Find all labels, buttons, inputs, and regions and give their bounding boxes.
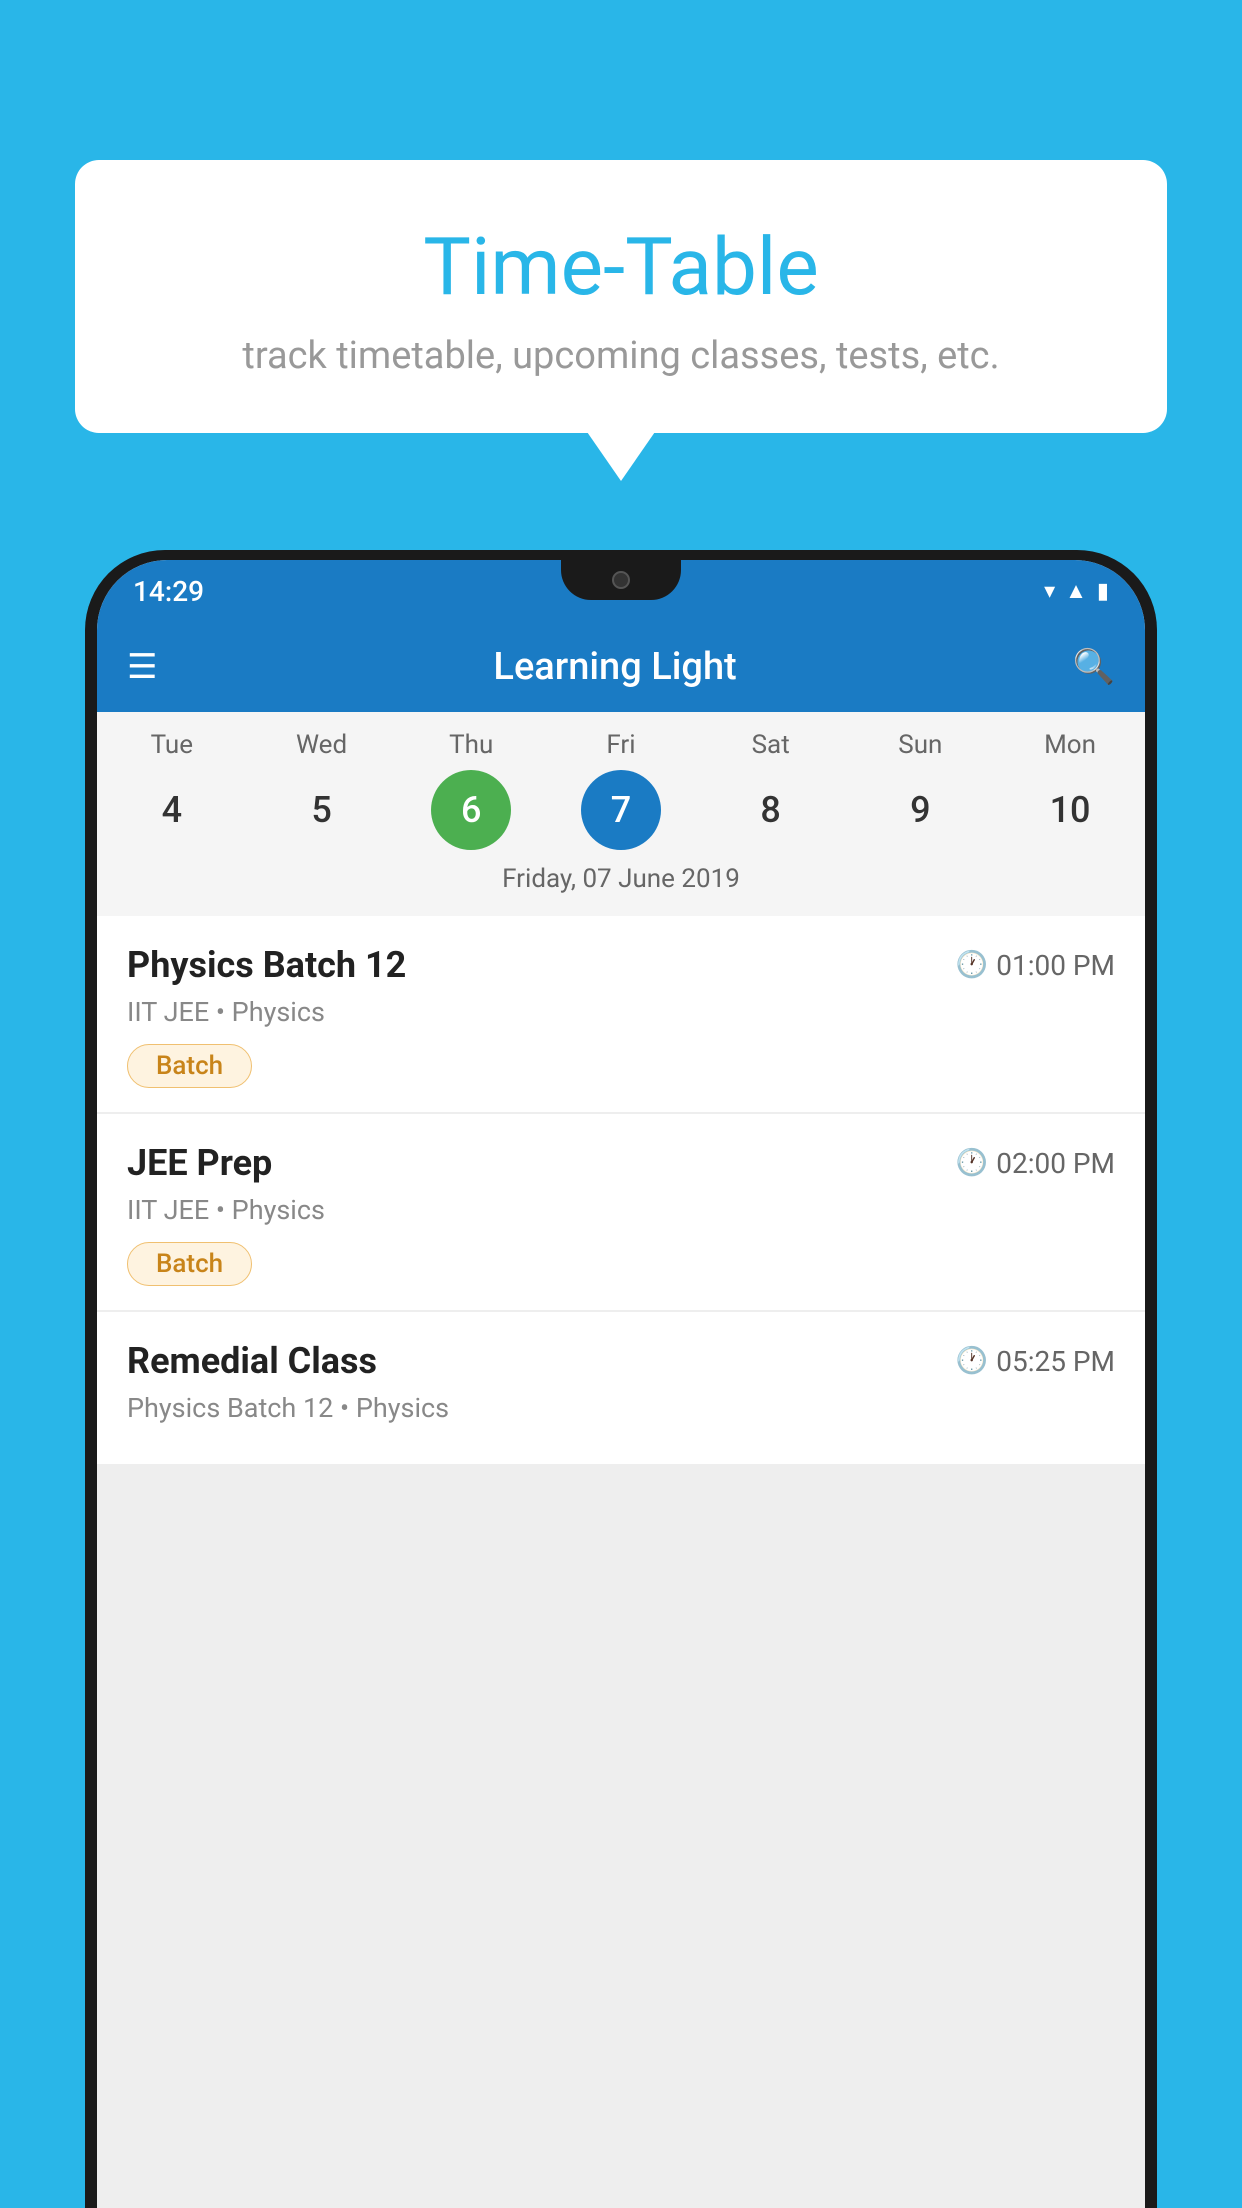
class-time-0: 🕐01:00 PM	[956, 949, 1115, 982]
hamburger-icon[interactable]: ☰	[127, 647, 157, 687]
batch-badge-0: Batch	[127, 1044, 252, 1088]
card-header-1: JEE Prep 🕐02:00 PM	[127, 1142, 1115, 1184]
class-name-2: Remedial Class	[127, 1340, 377, 1382]
day-headers: Tue Wed Thu Fri Sat Sun Mon	[97, 730, 1145, 760]
camera-dot	[612, 571, 630, 589]
card-header-2: Remedial Class 🕐05:25 PM	[127, 1340, 1115, 1382]
class-card-0[interactable]: Physics Batch 12 🕐01:00 PM IIT JEE • Physi…	[97, 916, 1145, 1112]
status-bar: 14:29 ▾ ▲ ▮	[97, 560, 1145, 622]
day-number-6[interactable]: 6	[431, 770, 511, 850]
bubble-title: Time-Table	[115, 220, 1127, 314]
class-meta-0: IIT JEE • Physics	[127, 996, 1115, 1028]
app-bar: ☰ Learning Light 🔍	[97, 622, 1145, 712]
day-number-7[interactable]: 7	[581, 770, 661, 850]
notch	[561, 560, 681, 600]
class-name-1: JEE Prep	[127, 1142, 272, 1184]
class-card-2[interactable]: Remedial Class 🕐05:25 PM Physics Batch 12 …	[97, 1312, 1145, 1464]
bubble-subtitle: track timetable, upcoming classes, tests…	[115, 334, 1127, 378]
speech-bubble: Time-Table track timetable, upcoming cla…	[75, 160, 1167, 433]
day-number-10[interactable]: 10	[1030, 770, 1110, 850]
selected-date-label: Friday, 07 June 2019	[97, 864, 1145, 906]
class-time-2: 🕐05:25 PM	[956, 1345, 1115, 1378]
class-meta-2: Physics Batch 12 • Physics	[127, 1392, 1115, 1424]
clock-icon: 🕐	[956, 1346, 988, 1376]
day-number-4[interactable]: 4	[132, 770, 212, 850]
day-header-sun: Sun	[880, 730, 960, 760]
day-number-5[interactable]: 5	[282, 770, 362, 850]
phone-frame: 14:29 ▾ ▲ ▮ ☰ Learning Light 🔍 Tue Wed Thu…	[85, 550, 1157, 2208]
card-header-0: Physics Batch 12 🕐01:00 PM	[127, 944, 1115, 986]
day-header-fri: Fri	[581, 730, 661, 760]
status-time: 14:29	[133, 575, 204, 608]
class-meta-1: IIT JEE • Physics	[127, 1194, 1115, 1226]
batch-badge-1: Batch	[127, 1242, 252, 1286]
clock-icon: 🕐	[956, 1148, 988, 1178]
class-time-1: 🕐02:00 PM	[956, 1147, 1115, 1180]
day-header-tue: Tue	[132, 730, 212, 760]
class-card-1[interactable]: JEE Prep 🕐02:00 PM IIT JEE • Physics Batch	[97, 1114, 1145, 1310]
wifi-icon: ▾	[1044, 579, 1055, 604]
content-area: Physics Batch 12 🕐01:00 PM IIT JEE • Physi…	[97, 916, 1145, 2208]
search-icon[interactable]: 🔍	[1073, 647, 1115, 687]
app-title: Learning Light	[187, 645, 1042, 689]
phone-screen: 14:29 ▾ ▲ ▮ ☰ Learning Light 🔍 Tue Wed Thu…	[97, 560, 1145, 2208]
class-name-0: Physics Batch 12	[127, 944, 406, 986]
day-number-8[interactable]: 8	[731, 770, 811, 850]
calendar-strip: Tue Wed Thu Fri Sat Sun Mon 456789 10 Friday, 0…	[97, 712, 1145, 916]
clock-icon: 🕐	[956, 950, 988, 980]
status-icons: ▾ ▲ ▮	[1044, 578, 1109, 604]
day-header-sat: Sat	[731, 730, 811, 760]
day-numbers: 456789 10	[97, 770, 1145, 850]
day-header-wed: Wed	[282, 730, 362, 760]
signal-icon: ▲	[1065, 578, 1087, 604]
battery-icon: ▮	[1097, 579, 1109, 604]
day-number-9[interactable]: 9	[880, 770, 960, 850]
day-header-thu: Thu	[431, 730, 511, 760]
day-header-mon: Mon	[1030, 730, 1110, 760]
screen-content: Tue Wed Thu Fri Sat Sun Mon 456789 10 Friday, 0…	[97, 712, 1145, 2208]
